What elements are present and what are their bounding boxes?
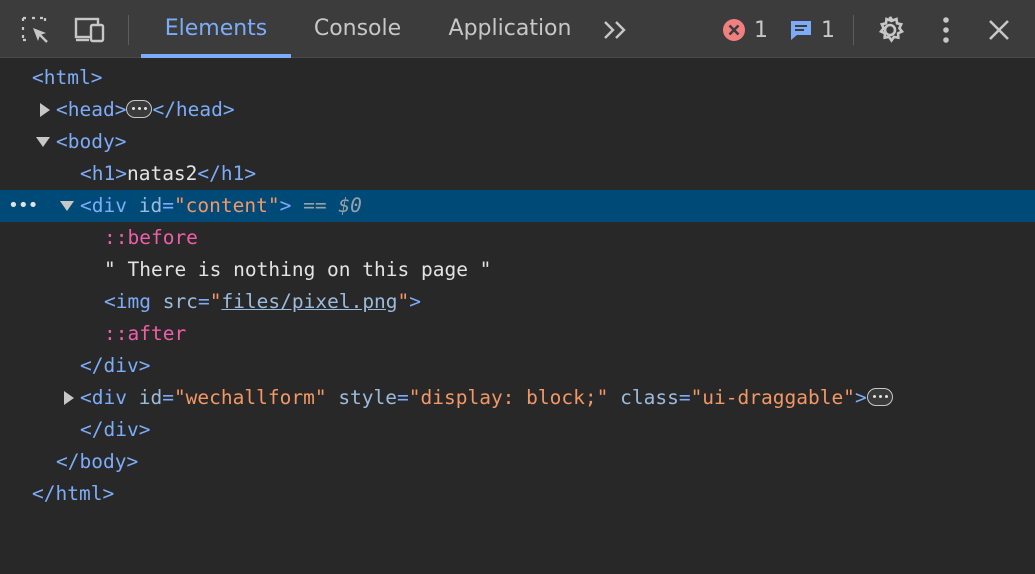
attr-eq: = xyxy=(162,386,174,409)
attr-name-class: class xyxy=(620,386,679,409)
dom-node-h1[interactable]: <h1>natas2</h1> xyxy=(0,158,1035,190)
collapse-arrow-icon[interactable] xyxy=(60,201,74,211)
message-icon xyxy=(791,21,811,40)
attr-eq: = xyxy=(197,290,210,313)
attr-name-src: src xyxy=(162,290,198,313)
attr-quote: " xyxy=(397,290,410,313)
devtools-toolbar: Elements Console Application 1 1 xyxy=(0,0,1035,58)
h1-text: natas2 xyxy=(126,162,198,185)
tag-head-close: </head> xyxy=(152,98,235,121)
tag-h1-close: </h1> xyxy=(197,162,257,185)
dom-node-body[interactable]: <body> xyxy=(0,126,1035,158)
attr-name-id: id xyxy=(138,194,163,217)
dom-node-body-close[interactable]: </body> xyxy=(0,446,1035,478)
collapsed-ellipsis-icon[interactable] xyxy=(866,387,893,406)
settings-gear-icon[interactable] xyxy=(874,14,906,46)
attr-quote: " xyxy=(209,290,222,313)
src-link[interactable]: files/pixel.png xyxy=(221,290,397,313)
dom-node-text[interactable]: " There is nothing on this page " xyxy=(0,254,1035,286)
toolbar-separator xyxy=(128,15,129,45)
tag-div-open: <div xyxy=(80,194,139,217)
attr-value-class: "ui-draggable" xyxy=(690,386,855,409)
tag-h1-open: <h1> xyxy=(80,162,127,185)
toolbar-separator xyxy=(853,15,854,45)
tag-gt: > xyxy=(409,290,422,313)
error-count: 1 xyxy=(754,17,768,43)
row-actions-icon[interactable]: ••• xyxy=(8,190,38,222)
dom-tree: <html> <head> </head> <body> <h1>natas2</… xyxy=(0,62,1035,510)
attr-name-id: id xyxy=(138,386,163,409)
dom-node-head[interactable]: <head> </head> xyxy=(0,94,1035,126)
tag-div-open: <div xyxy=(80,386,139,409)
text-node: " There is nothing on this page " xyxy=(104,258,492,281)
dom-node-img[interactable]: <img src="files/pixel.png"> xyxy=(0,286,1035,318)
attr-eq: = xyxy=(678,386,691,409)
pseudo-before: ::before xyxy=(104,226,198,249)
active-tab-indicator xyxy=(141,54,291,58)
collapse-arrow-icon[interactable] xyxy=(36,137,50,147)
tag-gt: > xyxy=(279,194,292,217)
tag-body-close: </body> xyxy=(56,450,139,473)
tag-img-open: <img xyxy=(104,290,163,313)
message-counter[interactable]: 1 xyxy=(789,16,835,44)
expand-arrow-icon[interactable] xyxy=(40,103,50,117)
device-toolbar-icon[interactable] xyxy=(74,14,106,46)
more-tabs-icon[interactable] xyxy=(600,14,632,46)
inspect-element-icon[interactable] xyxy=(19,14,51,46)
tag-body-open: <body> xyxy=(56,130,127,153)
error-icon xyxy=(723,19,745,41)
tag-div-close: </div> xyxy=(80,418,151,441)
tag-html-close: </html> xyxy=(32,482,115,505)
dom-node-html-close[interactable]: </html> xyxy=(0,478,1035,510)
pseudo-after: ::after xyxy=(104,322,187,345)
tag-div-close: </div> xyxy=(80,354,151,377)
dom-node-after[interactable]: ::after xyxy=(0,318,1035,350)
attr-name-style: style xyxy=(338,386,398,409)
close-icon[interactable] xyxy=(983,14,1015,46)
dom-node-div-wechallform[interactable]: <div id="wechallform" style="display: bl… xyxy=(0,382,1035,414)
tab-console[interactable]: Console xyxy=(300,0,415,58)
tab-elements[interactable]: Elements xyxy=(141,0,291,58)
attr-value-style: "display: block;" xyxy=(408,386,609,409)
dom-node-before[interactable]: ::before xyxy=(0,222,1035,254)
selected-marker: == $0 xyxy=(303,194,362,217)
message-count: 1 xyxy=(821,17,835,43)
error-counter[interactable]: 1 xyxy=(722,16,768,44)
expand-arrow-icon[interactable] xyxy=(64,391,74,405)
dom-node-div-close[interactable]: </div> xyxy=(0,350,1035,382)
attr-eq: = xyxy=(397,386,409,409)
more-options-icon[interactable] xyxy=(930,14,962,46)
dom-node-html-open[interactable]: <html> xyxy=(0,62,1035,94)
tag-gt: > xyxy=(854,386,867,409)
attr-value-wechallform: "wechallform" xyxy=(173,386,327,409)
tag-head-open: <head> xyxy=(56,98,127,121)
collapsed-ellipsis-icon[interactable] xyxy=(126,99,153,118)
dom-node-div-content-selected[interactable]: ••• <div id="content"> == $0 xyxy=(0,190,1035,222)
attr-value-content: "content" xyxy=(173,194,280,217)
attr-eq: = xyxy=(162,194,174,217)
tab-application[interactable]: Application xyxy=(435,0,585,58)
dom-node-div-close[interactable]: </div> xyxy=(0,414,1035,446)
tag-html-open: <html> xyxy=(32,66,103,89)
